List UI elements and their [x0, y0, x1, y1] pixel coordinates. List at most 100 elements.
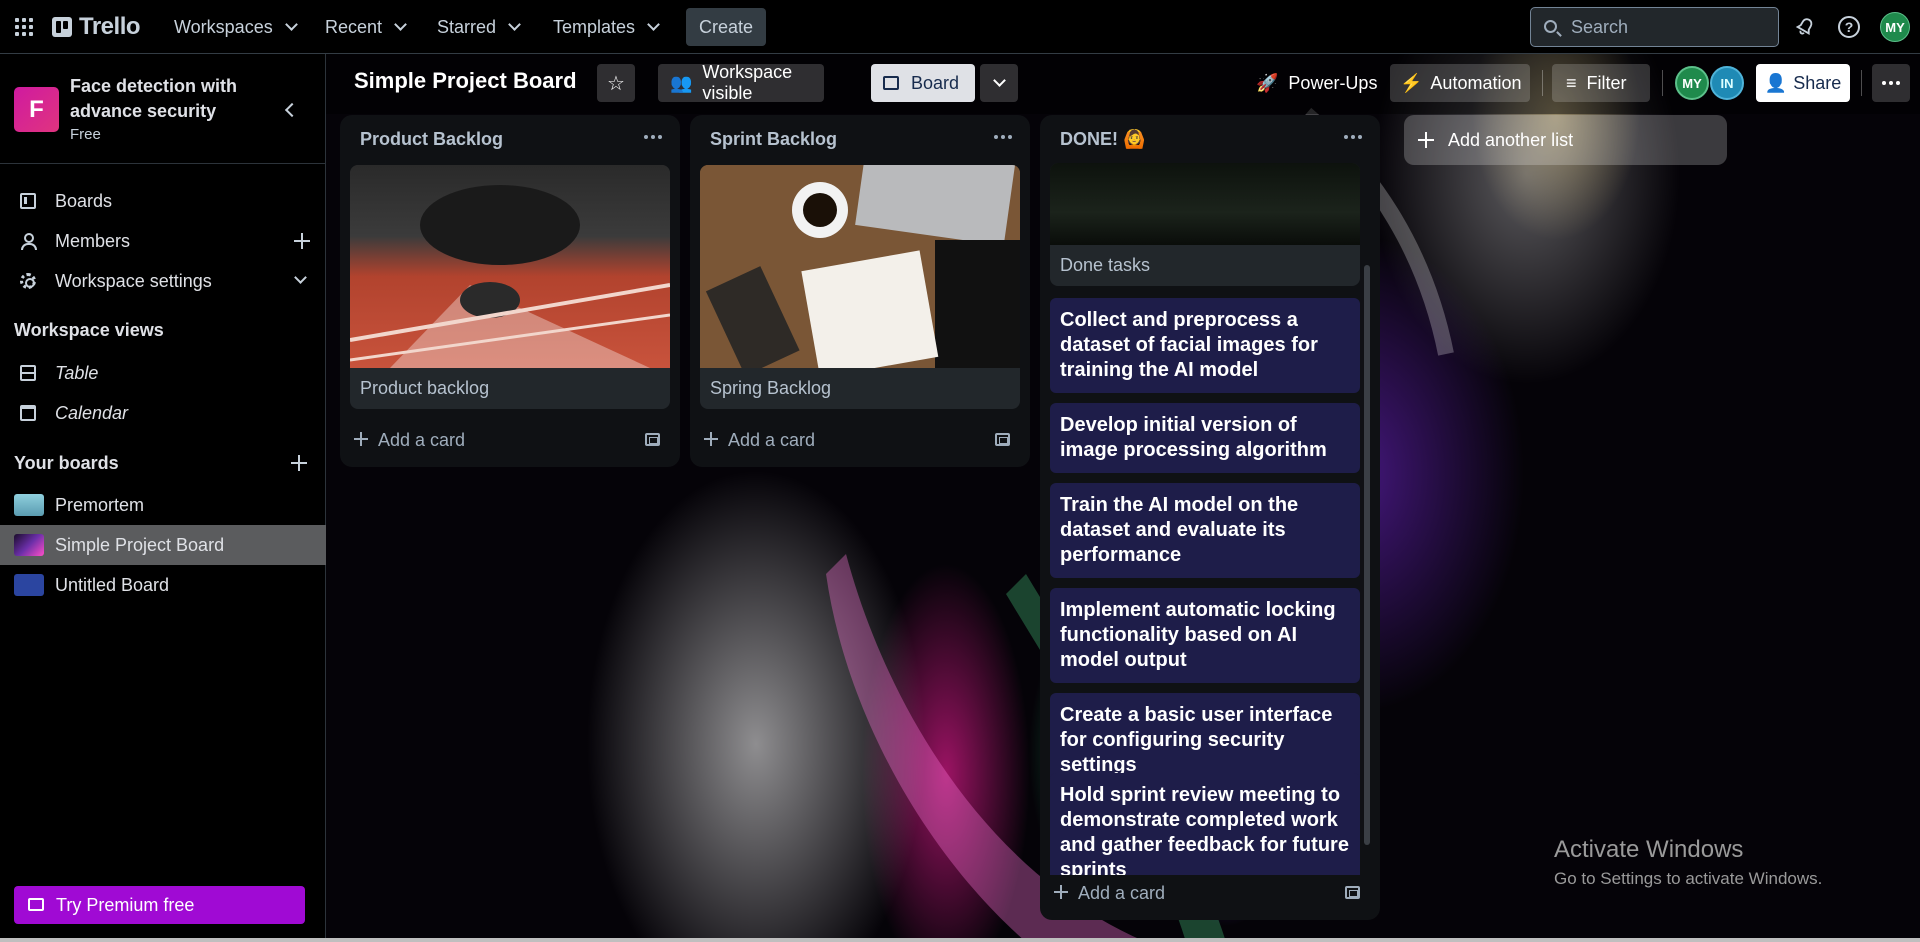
card-done-tasks[interactable]: Done tasks	[1050, 163, 1360, 286]
plus-icon	[354, 432, 368, 446]
task-card[interactable]: Collect and preprocess a dataset of faci…	[1050, 298, 1360, 393]
list-title[interactable]: Sprint Backlog	[690, 115, 1030, 163]
notifications-icon[interactable]	[1792, 14, 1818, 40]
list-cards-scroll-area[interactable]: Done tasks Collect and preprocess a data…	[1040, 163, 1380, 875]
card-title: Done tasks	[1060, 255, 1151, 275]
try-premium-button[interactable]: Try Premium free	[14, 886, 305, 924]
table-icon	[20, 365, 36, 381]
task-card[interactable]: Hold sprint review meeting to demonstrat…	[1050, 773, 1360, 875]
add-card-button[interactable]: Add a card	[700, 420, 815, 460]
create-button[interactable]: Create	[686, 8, 766, 46]
help-icon[interactable]: ?	[1838, 16, 1860, 38]
workspace-logo: F	[14, 87, 59, 132]
automation-label: Automation	[1430, 72, 1522, 93]
chevron-down-icon	[394, 18, 407, 31]
search-icon	[1544, 20, 1557, 33]
plus-icon	[704, 432, 718, 446]
list-menu-button[interactable]	[994, 135, 1012, 139]
recent-menu-label: Recent	[325, 16, 383, 37]
board-title[interactable]: Simple Project Board	[354, 68, 577, 94]
templates-menu[interactable]: Templates	[553, 12, 660, 42]
workspace-name[interactable]: Face detection with advance security	[70, 74, 250, 124]
chevron-down-icon	[992, 74, 1006, 87]
create-from-template-icon[interactable]	[645, 433, 660, 446]
member-avatar[interactable]: IN	[1710, 66, 1744, 100]
templates-menu-label: Templates	[553, 16, 636, 37]
activate-windows-subtitle: Go to Settings to activate Windows.	[1554, 869, 1823, 888]
lightning-icon: ⚡	[1400, 72, 1423, 93]
more-dot	[1889, 81, 1893, 85]
task-card[interactable]: Implement automatic locking functionalit…	[1050, 588, 1360, 683]
star-board-button[interactable]: ☆	[597, 64, 635, 102]
card-cover-image	[350, 165, 670, 368]
rocket-icon: 🚀	[1256, 72, 1279, 93]
board-icon	[883, 76, 899, 90]
user-avatar[interactable]: MY	[1880, 12, 1910, 42]
search-input[interactable]: Search	[1530, 7, 1779, 47]
recent-menu[interactable]: Recent	[325, 12, 407, 42]
task-card[interactable]: Develop initial version of image process…	[1050, 403, 1360, 473]
sidebar-item-members[interactable]: Members	[0, 221, 326, 261]
list-menu-button[interactable]	[1344, 135, 1362, 139]
calendar-icon	[20, 405, 36, 421]
board-menu-button[interactable]	[1872, 64, 1910, 102]
card-product-backlog[interactable]: Product backlog	[350, 165, 670, 409]
sidebar-item-label: Table	[55, 362, 99, 383]
power-ups-button[interactable]: 🚀 Power-Ups	[1256, 64, 1377, 102]
card-cover-image	[700, 165, 1020, 378]
sidebar-item-boards[interactable]: Boards	[0, 181, 326, 221]
workspaces-menu[interactable]: Workspaces	[174, 12, 298, 42]
add-list-button[interactable]: Add another list	[1404, 115, 1727, 165]
sidebar-item-workspace-settings[interactable]: Workspace settings	[0, 261, 326, 301]
create-from-template-icon[interactable]	[995, 433, 1010, 446]
add-card-button[interactable]: Add a card	[1050, 873, 1165, 913]
power-ups-label: Power-Ups	[1288, 72, 1378, 93]
add-member-icon[interactable]	[294, 233, 310, 249]
sidebar-board-label: Untitled Board	[55, 574, 170, 595]
card-spring-backlog[interactable]: Spring Backlog	[700, 165, 1020, 409]
desk-image	[700, 165, 1020, 378]
switch-views-button[interactable]	[980, 64, 1018, 102]
board-thumbnail	[14, 534, 44, 556]
board-header: Simple Project Board ☆ 👥 Workspace visib…	[326, 54, 1920, 114]
filter-icon: ≡	[1566, 72, 1577, 93]
board-thumbnail	[14, 574, 44, 596]
filter-button[interactable]: ≡ Filter	[1552, 64, 1650, 102]
activate-windows-title: Activate Windows	[1554, 836, 1744, 863]
list-menu-button[interactable]	[644, 135, 662, 139]
board-view-button[interactable]: Board	[871, 64, 975, 102]
sidebar-board-untitled-board[interactable]: Untitled Board	[0, 565, 326, 605]
starred-menu-label: Starred	[437, 16, 497, 37]
people-icon: 👥	[670, 72, 693, 93]
add-card-label: Add a card	[728, 429, 816, 450]
workspace-views-heading: Workspace views	[14, 320, 164, 340]
sidebar-item-table[interactable]: Table	[0, 353, 326, 393]
sidebar-board-simple-project-board[interactable]: Simple Project Board	[0, 525, 326, 565]
workspace-header: F Face detection with advance security F…	[0, 54, 326, 164]
bottom-edge	[0, 938, 1920, 942]
gear-icon	[20, 273, 36, 289]
add-board-icon[interactable]	[291, 455, 307, 471]
share-button[interactable]: 👤 Share	[1756, 64, 1850, 102]
automation-button[interactable]: ⚡ Automation	[1390, 64, 1530, 102]
add-card-button[interactable]: Add a card	[350, 420, 465, 460]
runner-image	[350, 185, 670, 368]
chevron-down-icon	[508, 18, 521, 31]
member-avatar[interactable]: MY	[1675, 66, 1709, 100]
collapse-sidebar-icon[interactable]	[282, 102, 298, 118]
visibility-button[interactable]: 👥 Workspace visible	[658, 62, 824, 103]
starred-menu[interactable]: Starred	[437, 12, 521, 42]
list-scrollbar[interactable]	[1364, 265, 1370, 845]
task-card[interactable]: Train the AI model on the dataset and ev…	[1050, 483, 1360, 578]
list-title[interactable]: Product Backlog	[340, 115, 680, 163]
card-title: Spring Backlog	[710, 378, 832, 398]
create-from-template-icon[interactable]	[1345, 886, 1360, 899]
sidebar-item-label: Members	[55, 230, 131, 251]
sidebar-item-calendar[interactable]: Calendar	[0, 393, 326, 433]
list-title[interactable]: DONE! 🙆	[1040, 115, 1380, 163]
trello-logo[interactable]: Trello	[52, 13, 141, 41]
sidebar-board-label: Simple Project Board	[55, 534, 225, 555]
visibility-label: Workspace visible	[702, 62, 793, 103]
app-switcher-icon[interactable]	[15, 18, 33, 36]
sidebar-board-premortem[interactable]: Premortem	[0, 485, 326, 525]
